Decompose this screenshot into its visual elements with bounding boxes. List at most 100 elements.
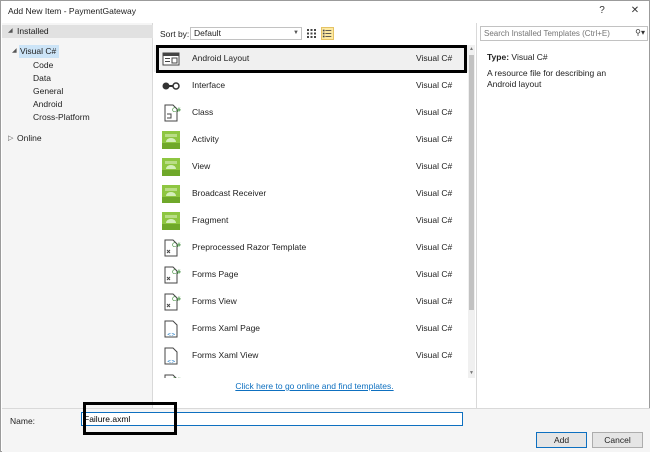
tree-item-data[interactable]: Data (2, 72, 153, 85)
android-icon (161, 130, 181, 150)
tree-item-label: Visual C# (20, 46, 57, 56)
template-language: Visual C# (416, 269, 453, 279)
code-file-icon: C# (161, 373, 181, 378)
template-name: Activity (192, 134, 219, 144)
scrollbar-thumb[interactable] (469, 55, 474, 310)
template-language: Visual C# (416, 377, 452, 378)
template-name: Fragment (192, 215, 229, 225)
bottom-panel: Name: Add Cancel (2, 408, 650, 452)
template-tree: ◢ Installed ◢ Visual C# Code Data Genera… (2, 23, 153, 408)
window-title: Add New Item - PaymentGateway (8, 6, 137, 16)
tree-item-cross-platform[interactable]: Cross-Platform (2, 111, 153, 124)
template-row[interactable]: C# Code File Visual C# (154, 369, 468, 378)
tree-item-label: Data (33, 73, 51, 83)
csharp-file-icon: C# (161, 292, 181, 312)
svg-text:C#: C# (172, 242, 181, 249)
xaml-file-icon: <> (161, 319, 181, 339)
online-link-area: Click here to go online and find templat… (154, 381, 475, 391)
template-row[interactable]: Fragment Visual C# (154, 207, 468, 234)
class-icon: C# (161, 103, 181, 123)
tree-item-general[interactable]: General (2, 85, 153, 98)
template-name: View (192, 161, 211, 171)
template-row[interactable]: Interface Visual C# (154, 72, 468, 99)
scroll-down-icon[interactable]: ▼ (468, 370, 475, 377)
details-pane: ⚲▾ Type: Visual C# A resource file for d… (476, 23, 650, 408)
android-icon (161, 157, 181, 177)
vertical-scrollbar[interactable]: ▲ ▼ (468, 45, 475, 378)
small-icons-view-icon[interactable] (305, 27, 318, 40)
tree-item-installed[interactable]: ◢ Installed (2, 25, 153, 38)
expanded-arrow-icon[interactable]: ◢ (8, 25, 13, 38)
android-icon (161, 211, 181, 231)
title-bar: Add New Item - PaymentGateway ? ✕ (1, 1, 649, 21)
template-language: Visual C# (416, 53, 453, 63)
template-name: Code File (192, 377, 228, 378)
template-row[interactable]: C# Class Visual C# (154, 99, 468, 126)
template-language: Visual C# (416, 134, 453, 144)
tree-item-label: Online (17, 133, 42, 143)
chevron-down-icon: ▼ (293, 30, 299, 36)
template-row[interactable]: C# Preprocessed Razor Template Visual C# (154, 234, 468, 261)
template-language: Visual C# (416, 296, 453, 306)
template-row[interactable]: View Visual C# (154, 153, 468, 180)
csharp-file-icon: C# (161, 238, 181, 258)
template-name: Preprocessed Razor Template (192, 242, 307, 252)
template-name: Forms Page (192, 269, 239, 279)
name-input-box[interactable] (81, 412, 463, 426)
list-view-icon[interactable] (321, 27, 334, 40)
template-language: Visual C# (416, 161, 453, 171)
tree-item-label: Android (33, 99, 63, 109)
tree-item-label: Code (33, 60, 54, 70)
template-language: Visual C# (416, 188, 453, 198)
template-row[interactable]: Android Layout Visual C# (154, 45, 468, 72)
search-box[interactable]: ⚲▾ (480, 26, 648, 41)
tree-item-label: General (33, 86, 64, 96)
android-icon (161, 184, 181, 204)
template-language: Visual C# (416, 350, 453, 360)
search-input[interactable] (481, 27, 631, 40)
svg-text:<>: <> (167, 332, 175, 338)
scroll-up-icon[interactable]: ▲ (468, 46, 475, 53)
tree-item-label: Cross-Platform (33, 112, 90, 122)
template-language: Visual C# (416, 215, 453, 225)
name-input[interactable] (82, 413, 460, 425)
template-name: Class (192, 107, 214, 117)
layout-icon (161, 49, 181, 69)
template-row[interactable]: <> Forms Xaml Page Visual C# (154, 315, 468, 342)
cancel-button[interactable]: Cancel (592, 432, 643, 448)
name-label: Name: (10, 416, 36, 426)
template-row[interactable]: Broadcast Receiver Visual C# (154, 180, 468, 207)
type-value: Visual C# (511, 52, 548, 62)
template-list: Android Layout Visual C# Interface Visual C… (154, 45, 468, 378)
template-row[interactable]: <> Forms Xaml View Visual C# (154, 342, 468, 369)
template-name: Forms View (192, 296, 237, 306)
template-row[interactable]: C# Forms View Visual C# (154, 288, 468, 315)
template-language: Visual C# (416, 107, 453, 117)
template-row[interactable]: C# Forms Page Visual C# (154, 261, 468, 288)
add-new-item-dialog: Add New Item - PaymentGateway ? ✕ ◢ Inst… (0, 0, 650, 452)
add-button[interactable]: Add (536, 432, 587, 448)
tree-item-code[interactable]: Code (2, 59, 153, 72)
type-line: Type: Visual C# (487, 52, 548, 62)
tree-item-android[interactable]: Android (2, 98, 153, 111)
search-icon[interactable]: ⚲▾ (635, 28, 645, 37)
close-button[interactable]: ✕ (626, 3, 644, 19)
expanded-arrow-icon[interactable]: ◢ (12, 45, 17, 58)
help-button[interactable]: ? (593, 3, 611, 19)
template-language: Visual C# (416, 80, 453, 90)
template-description: A resource file for describing an Androi… (487, 68, 607, 89)
template-name: Interface (192, 80, 226, 90)
sort-by-value: Default (194, 28, 221, 38)
collapsed-arrow-icon[interactable]: ▷ (8, 132, 13, 145)
template-row[interactable]: Activity Visual C# (154, 126, 468, 153)
tree-item-visual-cs[interactable]: ◢ Visual C# (2, 45, 153, 58)
svg-text:C#: C# (172, 107, 181, 114)
xaml-file-icon: <> (161, 346, 181, 366)
svg-text:C#: C# (172, 269, 181, 276)
find-templates-online-link[interactable]: Click here to go online and find templat… (235, 381, 393, 391)
sort-by-dropdown[interactable]: Default ▼ (190, 27, 302, 40)
svg-text:C#: C# (172, 377, 181, 378)
tree-item-online[interactable]: ▷ Online (2, 132, 153, 145)
template-name: Android Layout (192, 53, 250, 63)
svg-text:C#: C# (172, 296, 181, 303)
